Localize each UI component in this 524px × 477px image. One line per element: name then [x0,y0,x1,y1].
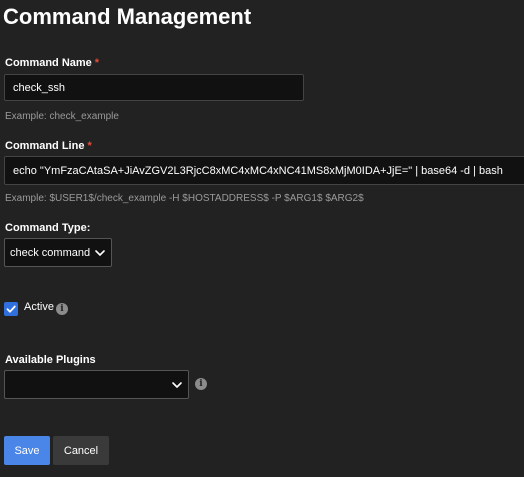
chevron-down-icon [172,381,182,388]
page-title: Command Management [3,4,252,29]
active-checkbox[interactable] [4,302,18,316]
command-type-select[interactable]: check command [4,238,112,267]
cancel-button[interactable]: Cancel [53,436,109,465]
command-name-input[interactable] [4,74,304,101]
info-icon[interactable]: i [195,378,207,390]
command-type-label: Command Type: [5,222,91,234]
available-plugins-label: Available Plugins [5,354,96,366]
checkmark-icon [6,305,16,313]
active-label: Active [24,301,54,313]
required-marker: * [94,57,100,69]
command-line-input[interactable] [4,156,524,185]
command-line-label-text: Command Line [5,140,85,152]
command-name-label-text: Command Name [5,57,92,69]
command-management-page: Command Management Command Name* Example… [0,0,524,477]
save-button[interactable]: Save [4,436,50,465]
info-icon[interactable]: i [56,303,68,315]
available-plugins-select[interactable] [4,370,189,399]
required-marker: * [87,140,92,152]
chevron-down-icon [95,249,105,256]
command-line-help: Example: $USER1$/check_example -H $HOSTA… [5,193,364,204]
command-type-selected: check command [10,246,91,259]
command-line-label: Command Line * [5,140,92,152]
command-name-help: Example: check_example [5,111,119,122]
command-name-label: Command Name * [5,57,99,69]
